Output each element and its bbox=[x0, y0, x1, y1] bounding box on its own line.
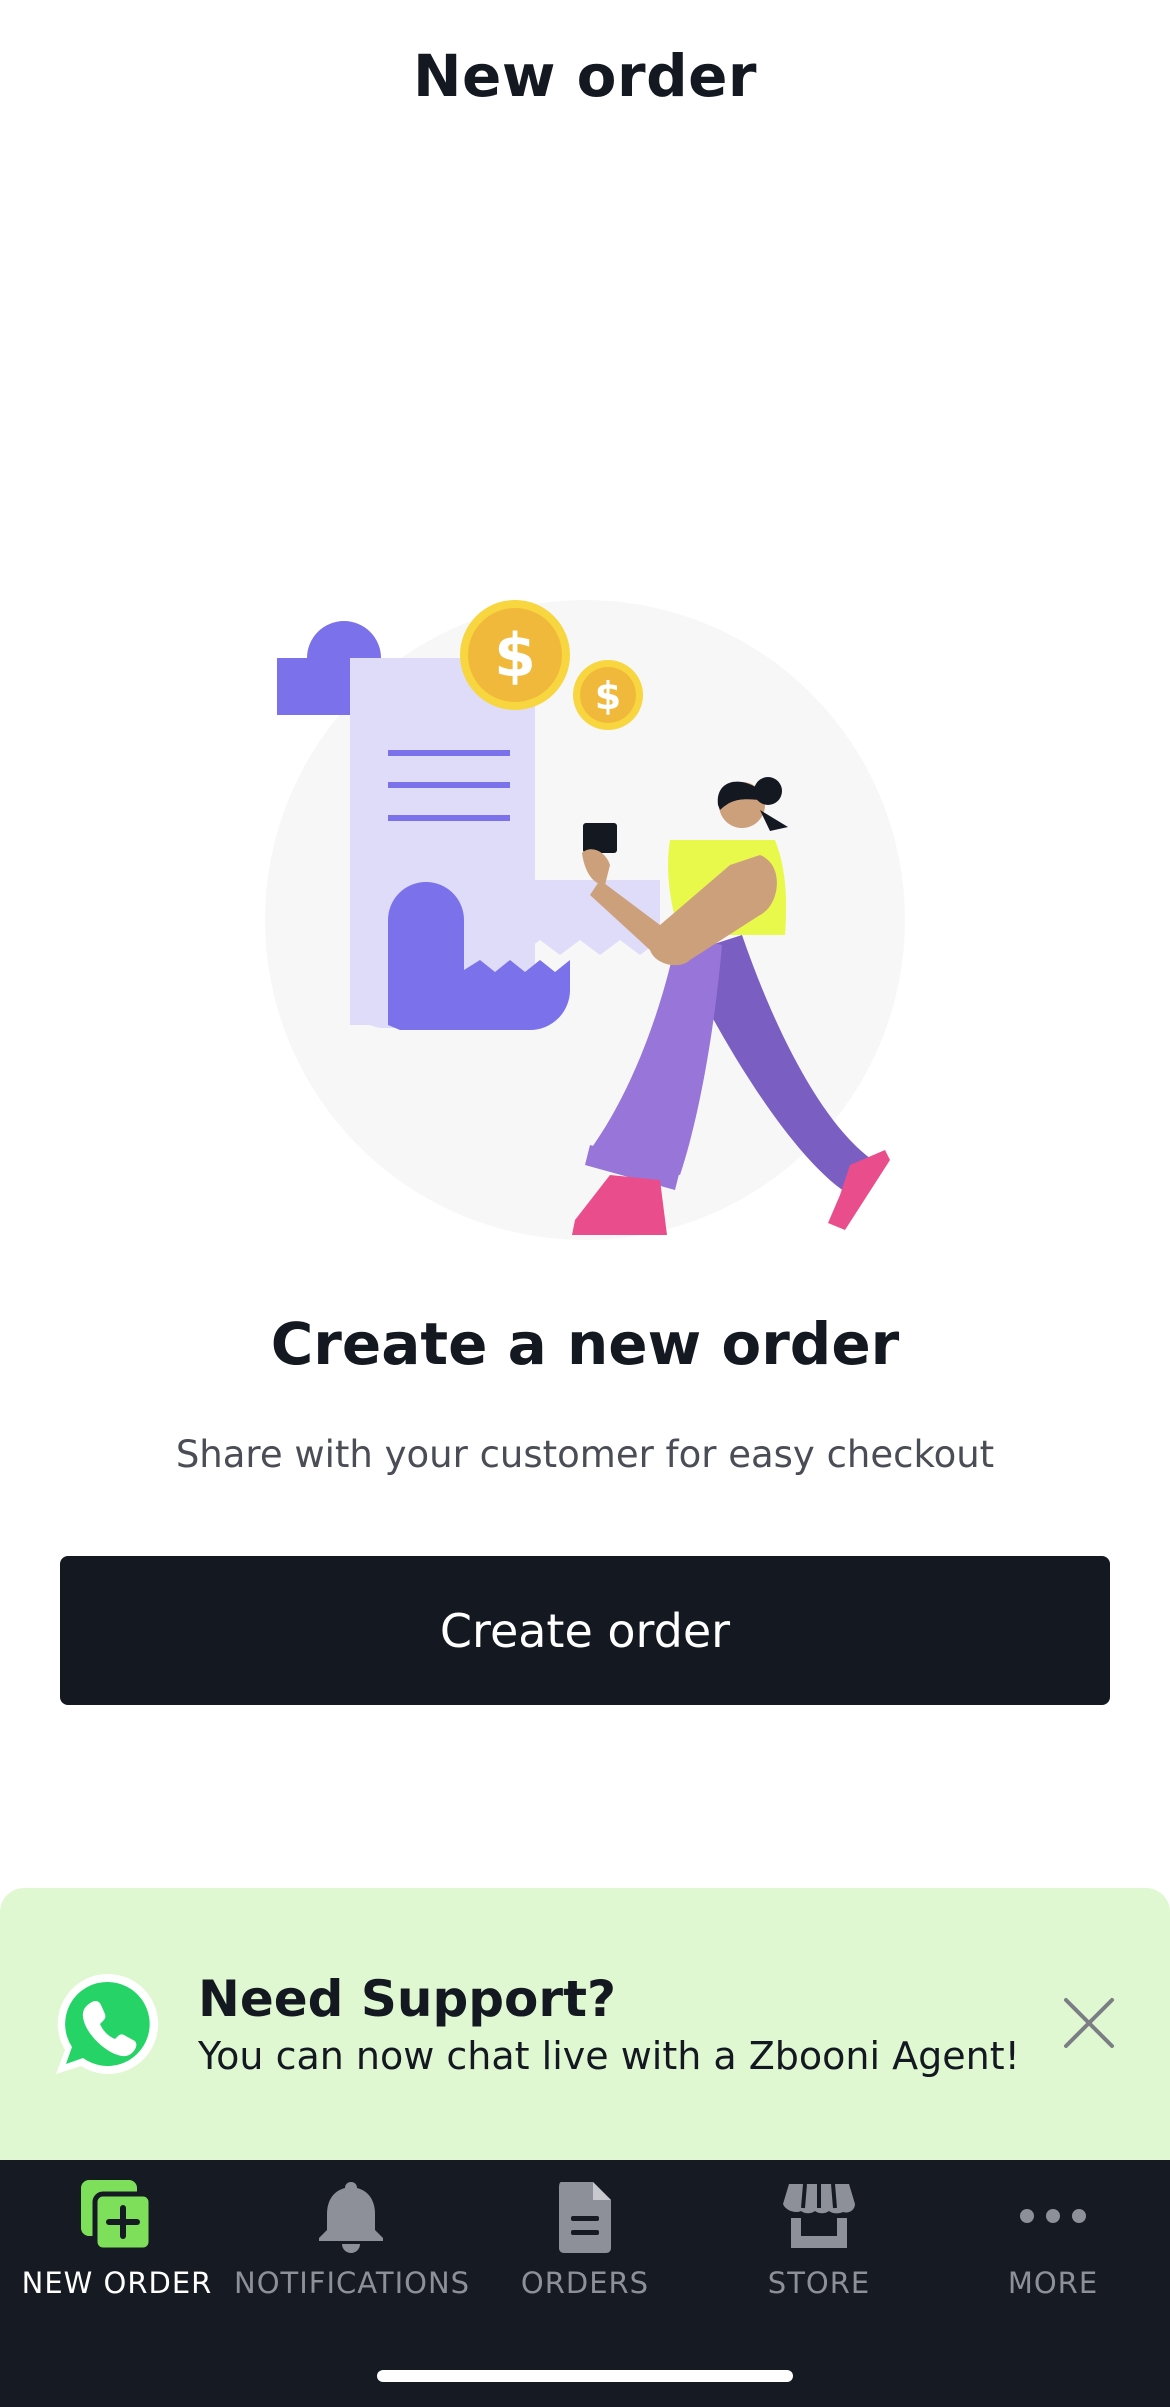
empty-state-title: Create a new order bbox=[270, 1310, 900, 1378]
empty-state-subtitle: Share with your customer for easy checko… bbox=[175, 1433, 995, 1476]
nav-item-new-order[interactable]: NEW ORDER bbox=[0, 2160, 234, 2360]
create-order-button[interactable]: Create order bbox=[60, 1556, 1110, 1705]
support-banner[interactable]: Need Support? You can now chat live with… bbox=[0, 1888, 1170, 2160]
small-coin-symbol: $ bbox=[595, 674, 621, 718]
nav-label-orders: ORDERS bbox=[520, 2266, 650, 2300]
more-icon bbox=[1020, 2209, 1086, 2223]
nav-label-store: STORE bbox=[767, 2266, 871, 2300]
store-icon bbox=[783, 2183, 855, 2248]
bell-icon bbox=[319, 2182, 383, 2253]
support-text: You can now chat live with a Zbooni Agen… bbox=[198, 2034, 1020, 2078]
nav-item-more[interactable]: MORE bbox=[936, 2160, 1170, 2360]
whatsapp-icon bbox=[56, 1973, 159, 2074]
nav-item-orders[interactable]: ORDERS bbox=[468, 2160, 702, 2360]
nav-label-new-order: NEW ORDER bbox=[21, 2266, 213, 2300]
receipt-payment-illustration: $ $ bbox=[265, 600, 905, 1240]
nav-label-notifications: NOTIFICATIONS bbox=[234, 2266, 471, 2300]
close-icon[interactable] bbox=[1058, 1992, 1120, 2054]
home-indicator bbox=[377, 2370, 793, 2382]
document-icon bbox=[559, 2182, 611, 2253]
new-order-icon bbox=[81, 2180, 154, 2253]
nav-item-store[interactable]: STORE bbox=[702, 2160, 936, 2360]
large-coin-symbol: $ bbox=[494, 621, 536, 691]
nav-label-more: MORE bbox=[1007, 2266, 1099, 2300]
page-title: New order bbox=[412, 42, 758, 110]
nav-item-notifications[interactable]: NOTIFICATIONS bbox=[234, 2160, 471, 2360]
support-title: Need Support? bbox=[198, 1970, 616, 2028]
